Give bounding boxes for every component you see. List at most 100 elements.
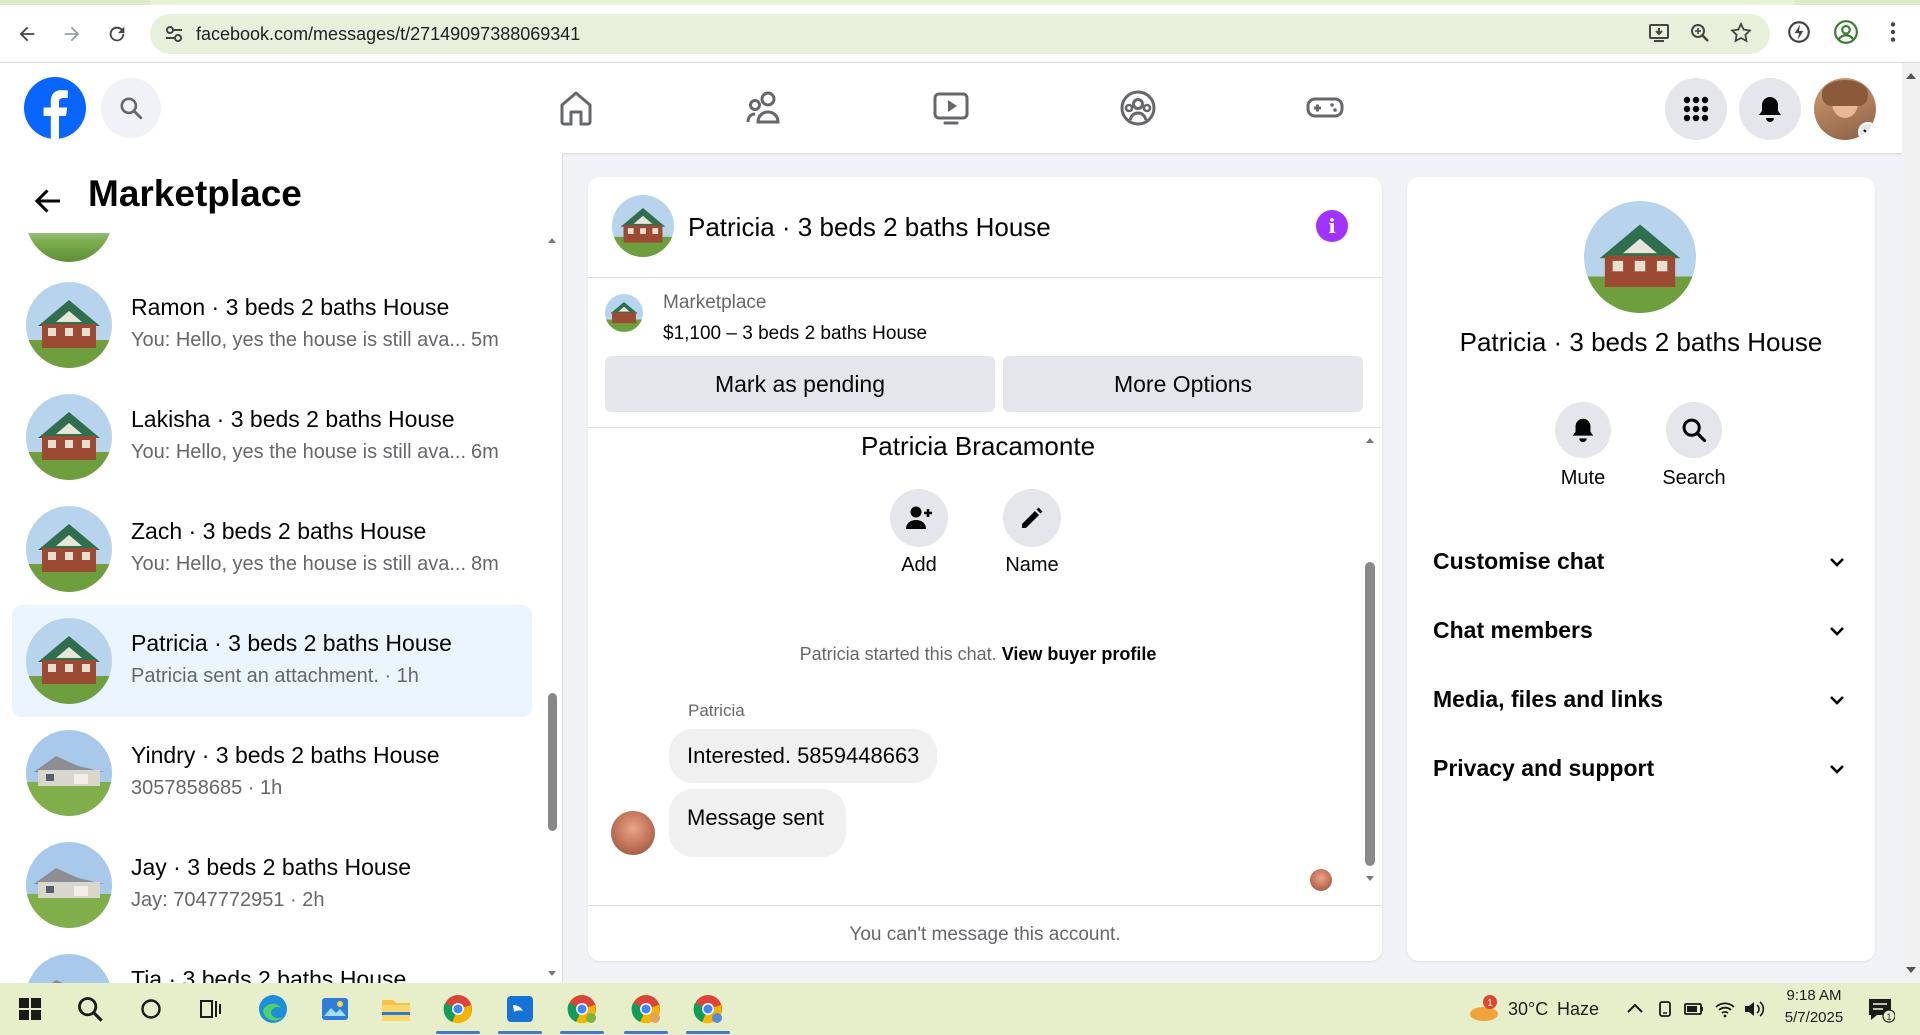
address-bar[interactable]: facebook.com/messages/t/2714909738806934… <box>150 14 1770 54</box>
chat-info-avatar[interactable] <box>1584 201 1696 313</box>
conversation-item[interactable]: Zach · 3 beds 2 baths House You: Hello, … <box>12 493 532 605</box>
listing-card: Marketplace $1,100 – 3 beds 2 baths Hous… <box>588 278 1382 428</box>
file-explorer-icon[interactable] <box>378 991 414 1027</box>
conversation-list-scrollbar[interactable] <box>548 693 557 831</box>
extension-icon[interactable] <box>1786 19 1816 49</box>
conversation-item-active[interactable]: Patricia · 3 beds 2 baths House Patricia… <box>12 605 532 717</box>
outlook-icon[interactable] <box>502 991 538 1027</box>
notifications-bell-icon[interactable] <box>1739 78 1801 140</box>
conversation-name: Tia · 3 beds 2 baths House <box>131 966 407 983</box>
video-icon[interactable] <box>928 85 974 131</box>
chrome-profile-4-icon[interactable] <box>690 991 726 1027</box>
chrome-profile-2-icon[interactable] <box>564 991 600 1027</box>
menu-grid-icon[interactable] <box>1665 78 1727 140</box>
mark-as-pending-button[interactable]: Mark as pending <box>605 356 995 412</box>
scroll-up-arrow-icon[interactable] <box>546 233 558 245</box>
forward-icon[interactable] <box>54 16 90 52</box>
chat-members-section[interactable]: Chat members <box>1433 607 1853 653</box>
add-person-button[interactable] <box>890 489 948 547</box>
home-icon[interactable] <box>553 85 599 131</box>
customise-chat-section[interactable]: Customise chat <box>1433 538 1853 584</box>
url-text: facebook.com/messages/t/2714909738806934… <box>196 24 581 44</box>
conversation-header-avatar[interactable] <box>612 195 674 257</box>
back-icon[interactable] <box>9 16 45 52</box>
facebook-logo-icon[interactable] <box>24 77 86 139</box>
browser-chrome: facebook.com/messages/t/2714909738806934… <box>0 0 1920 63</box>
volume-icon[interactable] <box>1736 991 1772 1027</box>
conversation-time: 5m <box>471 329 499 351</box>
taskbar-search-icon[interactable] <box>72 991 108 1027</box>
bookmark-star-icon[interactable] <box>1729 21 1755 47</box>
search-label: Search <box>1662 467 1726 489</box>
clock-time[interactable]: 9:18 AM <box>1784 987 1844 1004</box>
conversation-avatar <box>26 842 112 928</box>
weather-temp[interactable]: 30°C <box>1508 999 1548 1020</box>
section-title: Media, files and links <box>1433 686 1664 712</box>
groups-icon[interactable] <box>1115 85 1161 131</box>
chrome-browser-icon[interactable] <box>440 991 476 1027</box>
conversation-name: Jay · 3 beds 2 baths House <box>131 854 411 880</box>
message-bubble[interactable]: Interested. 5859448663 <box>669 729 938 783</box>
account-chevron-down-icon[interactable] <box>1858 122 1876 140</box>
running-indicator <box>498 1031 542 1034</box>
weather-description[interactable]: Haze <box>1557 999 1599 1020</box>
conversation-preview: You: Hello, yes the house is still ava..… <box>131 553 466 575</box>
task-view-icon[interactable] <box>193 991 229 1027</box>
zoom-icon[interactable] <box>1688 21 1714 47</box>
media-files-links-section[interactable]: Media, files and links <box>1433 676 1853 722</box>
edge-browser-icon[interactable] <box>255 991 291 1027</box>
browser-menu-icon[interactable] <box>1880 19 1910 49</box>
cortana-icon[interactable] <box>133 991 169 1027</box>
more-options-button[interactable]: More Options <box>1003 356 1363 412</box>
conversation-name: Yindry · 3 beds 2 baths House <box>131 742 440 768</box>
section-title: Chat members <box>1433 617 1593 643</box>
listing-price[interactable]: $1,100 – 3 beds 2 baths House <box>663 323 927 345</box>
cannot-message-notice: You can't message this account. <box>588 905 1382 961</box>
thread-scroll-down-icon[interactable] <box>1364 872 1376 884</box>
thread-scrollbar[interactable] <box>1365 562 1375 866</box>
chevron-down-icon <box>1827 690 1847 710</box>
conversation-item[interactable]: Lakisha · 3 beds 2 baths House You: Hell… <box>12 381 532 493</box>
chrome-profile-3-icon[interactable] <box>628 991 664 1027</box>
conversation-title[interactable]: Patricia · 3 beds 2 baths House <box>688 212 1051 243</box>
page-scrollbar[interactable] <box>1902 63 1920 983</box>
conversation-preview: Jay: 7047772951 · 2h <box>131 889 325 911</box>
scroll-down-arrow-icon[interactable] <box>546 967 558 979</box>
conversation-name: Patricia · 3 beds 2 baths House <box>131 630 452 656</box>
mute-label: Mute <box>1560 467 1606 489</box>
tab-strip <box>0 0 1920 5</box>
edit-name-button[interactable] <box>1003 489 1061 547</box>
windows-start-icon[interactable] <box>12 991 48 1027</box>
listing-source: Marketplace <box>663 292 767 313</box>
thread-scroll-up-icon[interactable] <box>1364 433 1376 445</box>
account-avatar[interactable] <box>1814 78 1876 140</box>
conversation-item[interactable]: Ramon · 3 beds 2 baths House You: Hello,… <box>12 269 532 381</box>
listing-thumbnail[interactable] <box>605 294 643 332</box>
clock-date[interactable]: 5/7/2025 <box>1782 1009 1846 1026</box>
site-info-icon[interactable] <box>164 24 184 44</box>
install-app-icon[interactable] <box>1647 21 1673 47</box>
view-buyer-profile-link[interactable]: View buyer profile <box>1002 644 1157 664</box>
mute-button[interactable] <box>1555 402 1611 458</box>
search-conversation-button[interactable] <box>1666 402 1722 458</box>
reload-icon[interactable] <box>99 16 135 52</box>
gaming-icon[interactable] <box>1302 85 1348 131</box>
sender-avatar[interactable] <box>611 811 655 855</box>
info-icon[interactable]: i <box>1316 210 1348 242</box>
conversation-item[interactable]: Jay · 3 beds 2 baths House Jay: 70477729… <box>12 829 532 941</box>
back-arrow-icon[interactable] <box>30 183 66 219</box>
weather-icon[interactable]: 1 <box>1466 991 1502 1027</box>
conversation-item[interactable]: Tia · 3 beds 2 baths House <box>12 941 532 983</box>
conversation-avatar <box>26 730 112 816</box>
message-bubble[interactable]: Message sent <box>669 789 846 857</box>
conversation-item[interactable]: Yindry · 3 beds 2 baths House 3057858685… <box>12 717 532 829</box>
profile-icon[interactable] <box>1833 19 1863 49</box>
section-title: Customise chat <box>1433 548 1605 574</box>
chat-info-panel: Patricia · 3 beds 2 baths House Mute Sea… <box>1407 177 1875 961</box>
search-icon[interactable] <box>101 78 161 138</box>
privacy-support-section[interactable]: Privacy and support <box>1433 745 1853 791</box>
photos-app-icon[interactable] <box>317 991 353 1027</box>
notification-center-icon[interactable]: 1 <box>1862 991 1898 1027</box>
conversation-avatar <box>26 618 112 704</box>
friends-icon[interactable] <box>741 85 787 131</box>
